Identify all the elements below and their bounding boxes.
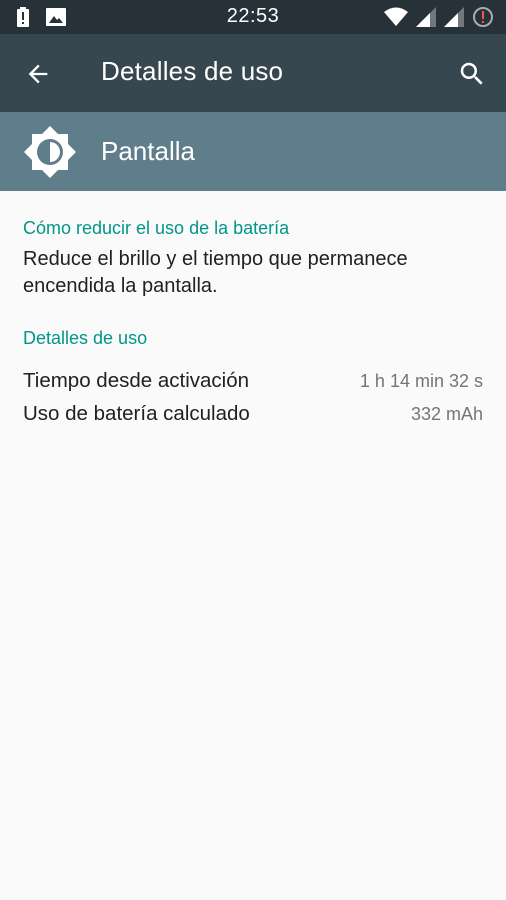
status-bar: 22:53 <box>0 0 506 34</box>
back-button[interactable] <box>18 54 58 94</box>
status-right-icons <box>384 6 494 33</box>
usage-row-label: Tiempo desde activación <box>23 369 250 392</box>
brightness-icon <box>22 124 78 180</box>
battery-alert-icon <box>472 6 494 33</box>
usage-row-value: 332 mAh <box>410 403 483 424</box>
wifi-icon <box>384 7 408 32</box>
app-bar: Detalles de uso <box>0 34 506 112</box>
page-title: Detalles de uso <box>101 56 284 86</box>
search-icon <box>460 62 483 85</box>
tips-heading: Cómo reducir el uso de la batería <box>23 218 290 238</box>
tips-summary: Reduce el brillo y el tiempo que permane… <box>23 248 408 297</box>
signal-icon <box>444 7 464 32</box>
usage-heading: Detalles de uso <box>23 328 148 348</box>
usage-row-label: Uso de batería calculado <box>23 402 250 425</box>
usage-row-value: 1 h 14 min 32 s <box>359 370 483 391</box>
arrow-back-icon <box>28 64 48 84</box>
app-name: Pantalla <box>101 136 195 166</box>
usage-row-battery: Uso de batería calculado 332 mAh <box>23 399 483 429</box>
signal-icon <box>416 7 436 32</box>
search-button[interactable] <box>452 54 492 94</box>
usage-row-time: Tiempo desde activación 1 h 14 min 32 s <box>23 366 483 396</box>
app-header: Pantalla <box>0 112 506 191</box>
